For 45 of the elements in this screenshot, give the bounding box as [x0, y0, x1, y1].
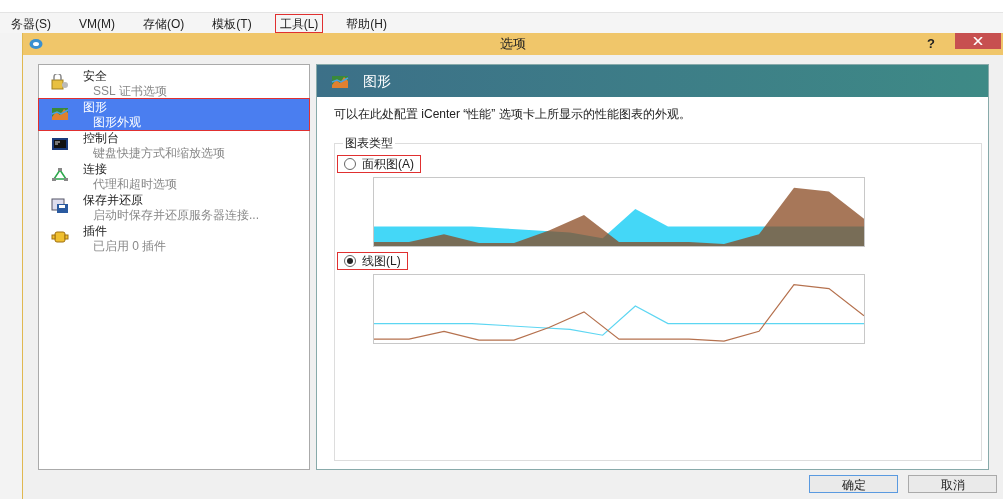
- options-list-item[interactable]: 保存并还原 启动时保存并还原服务器连接...: [39, 192, 309, 223]
- radio-button[interactable]: [344, 255, 356, 267]
- item-subtitle: 已启用 0 插件: [92, 239, 167, 254]
- radio-option[interactable]: 面积图(A): [337, 155, 421, 173]
- plugin-icon: [51, 229, 69, 245]
- item-title: 安全: [83, 69, 108, 84]
- lock-icon: [51, 74, 69, 90]
- menu-item[interactable]: 存储(O): [138, 13, 190, 33]
- item-title: 保存并还原: [83, 193, 144, 208]
- window-title: 选项: [500, 35, 526, 54]
- options-list-item[interactable]: 连接 代理和超时选项: [39, 161, 309, 192]
- options-list-item[interactable]: 插件 已启用 0 插件: [39, 223, 309, 254]
- options-list-item[interactable]: 图形 图形外观: [39, 99, 309, 130]
- app-icon: [29, 38, 43, 50]
- chart-icon: [331, 73, 349, 89]
- group-title: 图表类型: [343, 135, 395, 151]
- panel-title: 图形: [363, 71, 391, 91]
- menu-item[interactable]: 模板(T): [207, 13, 257, 33]
- monitor-icon: [51, 136, 69, 152]
- panel-description: 可以在此处配置 iCenter “性能” 选项卡上所显示的性能图表的外观。: [334, 106, 692, 123]
- item-title: 连接: [83, 162, 108, 177]
- menu-item[interactable]: VM(M): [74, 13, 120, 33]
- menu-item[interactable]: 帮助(H): [341, 13, 392, 33]
- floppy-icon: [51, 198, 69, 214]
- item-title: 插件: [83, 224, 108, 239]
- menu-item[interactable]: 务器(S): [6, 13, 56, 33]
- item-title: 控制台: [83, 131, 120, 146]
- help-button[interactable]: ?: [927, 34, 935, 54]
- close-button[interactable]: [955, 33, 1001, 49]
- item-subtitle: 图形外观: [92, 115, 141, 130]
- radio-option[interactable]: 线图(L): [337, 252, 408, 270]
- item-subtitle: 键盘快捷方式和缩放选项: [92, 146, 225, 161]
- chart-icon: [51, 105, 69, 121]
- item-subtitle: 启动时保存并还原服务器连接...: [92, 208, 259, 223]
- menu-item[interactable]: 工具(L): [274, 13, 324, 33]
- network-icon: [51, 167, 69, 183]
- options-list-item[interactable]: 安全 SSL 证书选项: [39, 68, 309, 99]
- dialog-button[interactable]: 确定: [809, 475, 898, 493]
- dialog-button[interactable]: 取消: [908, 475, 997, 493]
- options-list-item[interactable]: 控制台 键盘快捷方式和缩放选项: [39, 130, 309, 161]
- item-title: 图形: [83, 100, 108, 115]
- item-subtitle: SSL 证书选项: [92, 84, 167, 99]
- radio-button[interactable]: [344, 158, 356, 170]
- item-subtitle: 代理和超时选项: [92, 177, 177, 192]
- close-icon: [973, 37, 983, 45]
